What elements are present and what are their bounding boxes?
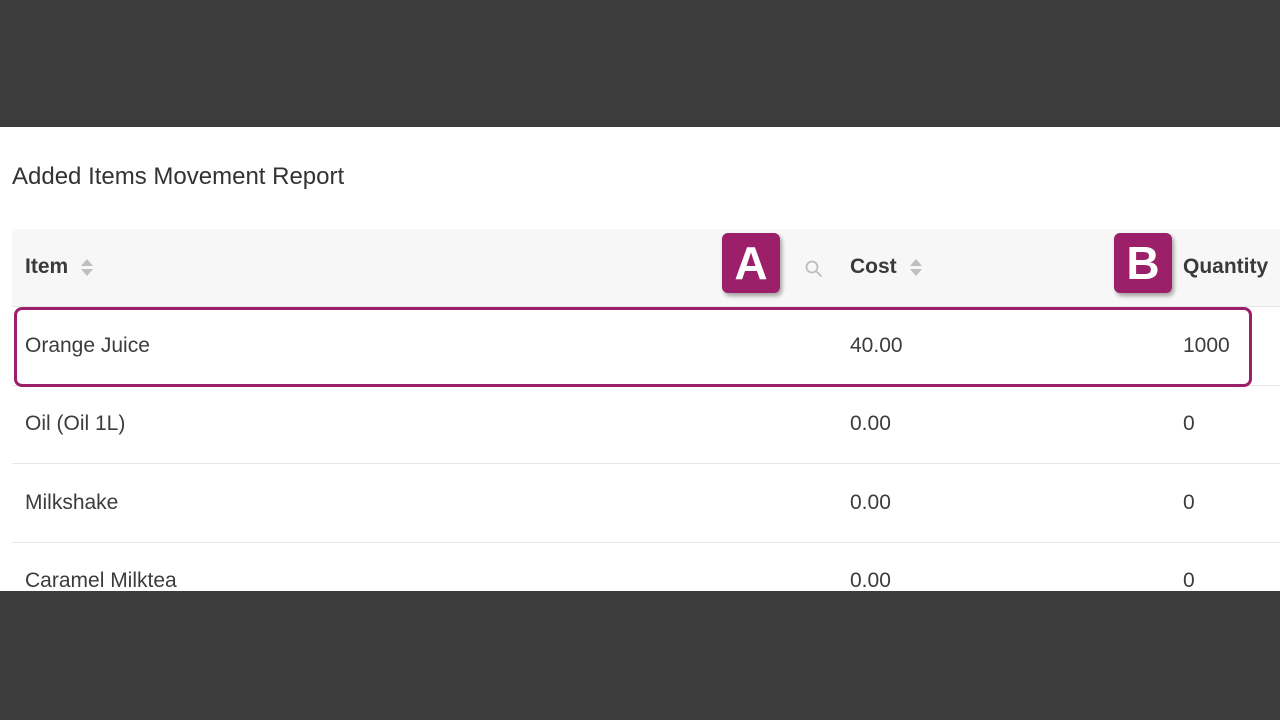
table-row[interactable]: Caramel Milktea 0.00 0: [12, 542, 1280, 591]
page-title: Added Items Movement Report: [12, 163, 345, 190]
column-label-cost: Cost: [850, 255, 897, 278]
cell-quantity: 0: [1183, 491, 1195, 514]
highlight-box: [14, 307, 1252, 387]
cell-quantity: 0: [1183, 412, 1195, 435]
cell-item: Milkshake: [25, 491, 119, 514]
column-label-item: Item: [25, 255, 69, 278]
table-row[interactable]: Milkshake 0.00 0: [12, 464, 1280, 543]
cell-quantity: 0: [1183, 569, 1195, 591]
cell-item: Caramel Milktea: [25, 569, 177, 591]
sort-icon[interactable]: [81, 258, 94, 276]
column-header-cost[interactable]: Cost: [850, 255, 922, 279]
cell-cost: 0.00: [850, 569, 891, 591]
column-header-quantity[interactable]: Quantity: [1183, 255, 1268, 279]
column-header-item[interactable]: Item: [25, 255, 94, 279]
table-header: Item Cost Quantity: [12, 229, 1280, 307]
annotation-badge-a: A: [722, 233, 780, 293]
report-panel: Added Items Movement Report Item Cost Qu…: [0, 127, 1280, 591]
cell-item: Oil (Oil 1L): [25, 412, 126, 435]
annotation-badge-b: B: [1114, 233, 1172, 293]
sort-icon[interactable]: [909, 258, 922, 276]
cell-cost: 0.00: [850, 491, 891, 514]
table-row[interactable]: Oil (Oil 1L) 0.00 0: [12, 385, 1280, 464]
column-label-quantity: Quantity: [1183, 255, 1269, 278]
cell-cost: 0.00: [850, 412, 891, 435]
search-icon[interactable]: [804, 259, 824, 279]
